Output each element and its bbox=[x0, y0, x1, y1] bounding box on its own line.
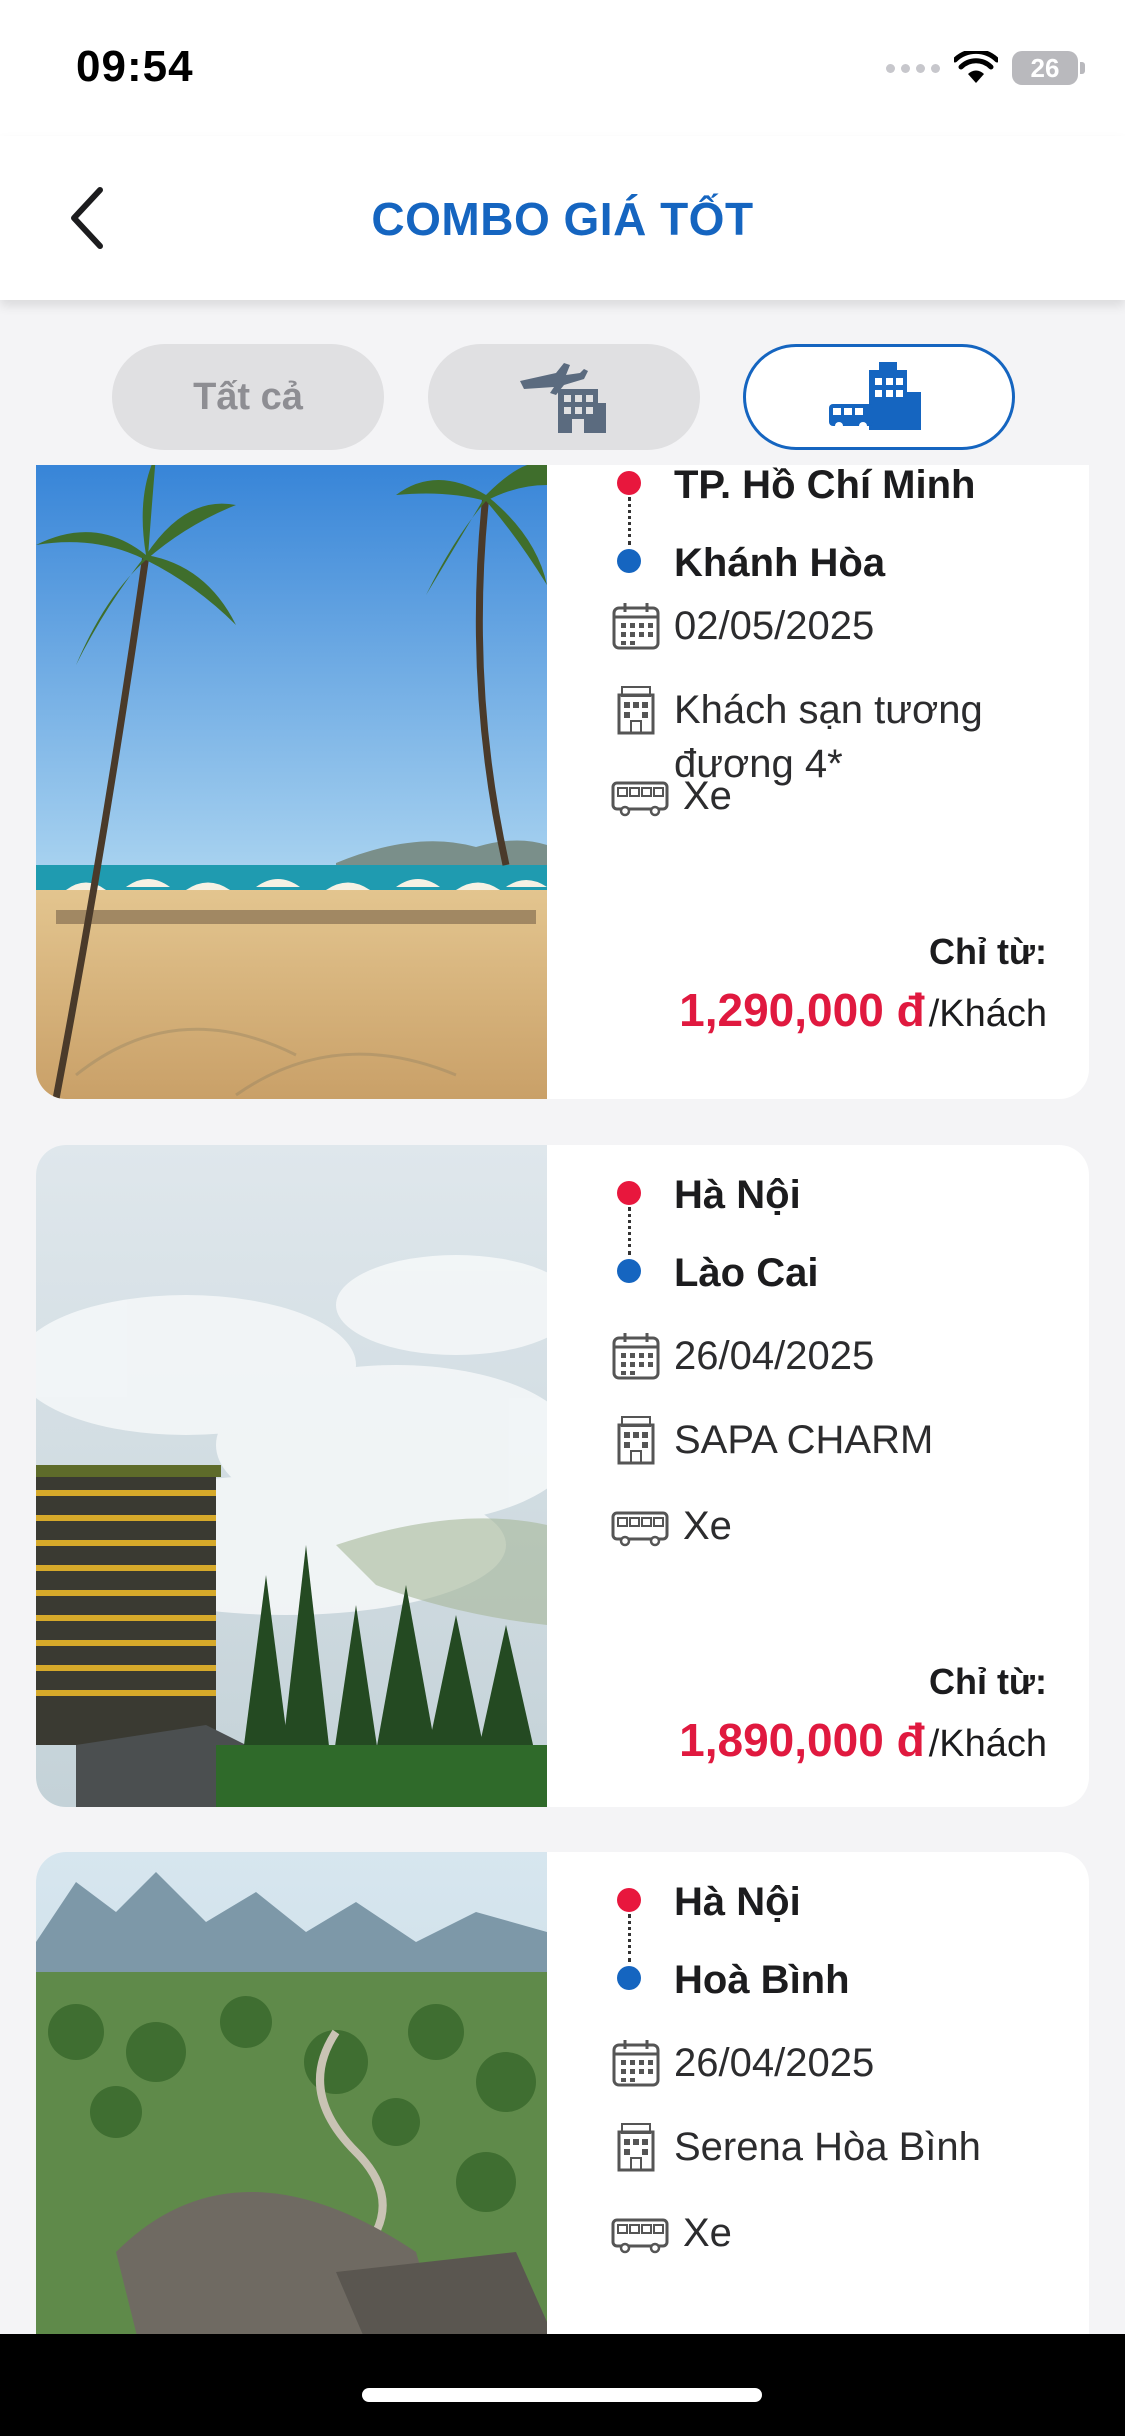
status-icons: 26 bbox=[886, 48, 1085, 88]
hoa-binh-photo bbox=[36, 1852, 547, 2335]
tab-bus-hotel[interactable] bbox=[743, 344, 1015, 450]
origin-dot bbox=[617, 1888, 641, 1912]
tab-flight-hotel[interactable] bbox=[428, 344, 700, 450]
sapa-photo bbox=[36, 1145, 547, 1807]
price-amount: 1,290,000 đ bbox=[679, 984, 925, 1036]
price-from-label: Chỉ từ: bbox=[928, 931, 1047, 972]
route-line bbox=[628, 497, 631, 545]
wifi-icon bbox=[954, 51, 998, 83]
hotel-name: SAPA CHARM bbox=[674, 1418, 934, 1462]
departure-date: 02/05/2025 bbox=[674, 604, 875, 648]
status-bar: 09:54 26 bbox=[0, 0, 1125, 136]
destination-city: Hoà Bình bbox=[674, 1958, 850, 2002]
departure-date: 26/04/2025 bbox=[674, 1334, 875, 1378]
origin-city: Hà Nội bbox=[674, 1880, 801, 1924]
beach-photo bbox=[36, 465, 547, 1099]
origin-dot bbox=[617, 1181, 641, 1205]
origin-dot bbox=[617, 471, 641, 495]
tab-all[interactable]: Tất cả bbox=[112, 344, 384, 450]
combo-list: TP. Hồ Chí Minh Khánh Hòa 02/05/2025 Khá… bbox=[36, 465, 1089, 2335]
plane-hotel-icon bbox=[520, 363, 606, 433]
hotel-icon bbox=[617, 2123, 655, 2172]
route-line bbox=[628, 1207, 631, 1255]
destination-dot bbox=[617, 549, 641, 573]
price-line: 1,290,000 đ/Khách bbox=[679, 983, 1047, 1037]
battery-icon: 26 bbox=[1012, 51, 1078, 85]
combo-card[interactable]: Hà Nội Hoà Bình 26/04/2025 Serena Hòa Bì… bbox=[36, 1852, 1089, 2335]
bus-icon bbox=[611, 781, 669, 817]
destination-dot bbox=[617, 1966, 641, 1990]
page-title: COMBO GIÁ TỐT bbox=[371, 193, 754, 245]
transport-type: Xe bbox=[683, 2211, 732, 2255]
filter-tabs: Tất cả bbox=[0, 344, 1125, 452]
bus-icon bbox=[611, 1511, 669, 1547]
transport-type: Xe bbox=[683, 1504, 732, 1548]
transport-type: Xe bbox=[683, 774, 732, 818]
combo-info: Hà Nội Hoà Bình 26/04/2025 Serena Hòa Bì… bbox=[577, 1852, 1077, 2335]
cellular-signal-icon bbox=[886, 63, 940, 73]
departure-date: 26/04/2025 bbox=[674, 2041, 875, 2085]
battery-cap bbox=[1080, 62, 1085, 74]
origin-city: TP. Hồ Chí Minh bbox=[674, 465, 976, 507]
combo-info: TP. Hồ Chí Minh Khánh Hòa 02/05/2025 Khá… bbox=[577, 465, 1077, 1099]
combo-card[interactable]: Hà Nội Lào Cai 26/04/2025 SAPA CHARM Xe … bbox=[36, 1145, 1089, 1807]
bus-icon bbox=[611, 2218, 669, 2254]
header: COMBO GIÁ TỐT bbox=[0, 136, 1125, 300]
destination-city: Lào Cai bbox=[674, 1251, 819, 1295]
combo-deals-screen: 09:54 26 COMBO GIÁ TỐT Tất cả TP. Hồ Chí… bbox=[0, 0, 1125, 2436]
price-from-label: Chỉ từ: bbox=[928, 1661, 1047, 1702]
destination-dot bbox=[617, 1259, 641, 1283]
origin-city: Hà Nội bbox=[674, 1173, 801, 1217]
battery-level: 26 bbox=[1030, 52, 1060, 83]
combo-card[interactable]: TP. Hồ Chí Minh Khánh Hòa 02/05/2025 Khá… bbox=[36, 465, 1089, 1099]
hotel-icon bbox=[617, 686, 655, 735]
price-line: 1,890,000 đ/Khách bbox=[679, 1713, 1047, 1767]
hotel-icon bbox=[617, 1416, 655, 1465]
tab-all-label: Tất cả bbox=[193, 375, 303, 418]
calendar-icon bbox=[612, 603, 660, 650]
bus-hotel-icon bbox=[829, 362, 921, 430]
price-unit: /Khách bbox=[928, 993, 1047, 1035]
hotel-name: Serena Hòa Bình bbox=[674, 2125, 981, 2169]
calendar-icon bbox=[612, 2040, 660, 2087]
destination-city: Khánh Hòa bbox=[674, 541, 886, 585]
calendar-icon bbox=[612, 1333, 660, 1380]
route-line bbox=[628, 1914, 631, 1962]
home-indicator[interactable] bbox=[362, 2388, 762, 2402]
status-time: 09:54 bbox=[76, 42, 194, 91]
price-unit: /Khách bbox=[928, 1723, 1047, 1765]
home-indicator-bar bbox=[0, 2334, 1125, 2436]
price-amount: 1,890,000 đ bbox=[679, 1714, 925, 1766]
combo-info: Hà Nội Lào Cai 26/04/2025 SAPA CHARM Xe … bbox=[577, 1145, 1077, 1807]
